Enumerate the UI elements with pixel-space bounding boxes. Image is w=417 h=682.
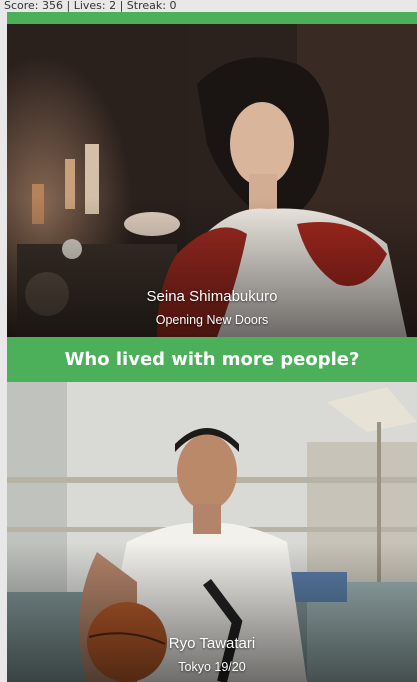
- contestant-name-top: Seina Shimabukuro: [146, 288, 278, 305]
- game-board: Seina Shimabukuro Opening New Doors Who …: [7, 12, 417, 682]
- question-banner: Who lived with more people?: [64, 349, 360, 370]
- choice-card-top[interactable]: Seina Shimabukuro Opening New Doors: [7, 24, 417, 337]
- choice-card-bottom[interactable]: Ryo Tawatari Tokyo 19/20: [7, 382, 417, 682]
- show-title-top: Opening New Doors: [155, 313, 269, 327]
- show-title-bottom: Tokyo 19/20: [178, 660, 246, 674]
- contestant-name-bottom: Ryo Tawatari: [168, 635, 256, 652]
- status-bar: Score: 356 | Lives: 2 | Streak: 0: [0, 0, 417, 12]
